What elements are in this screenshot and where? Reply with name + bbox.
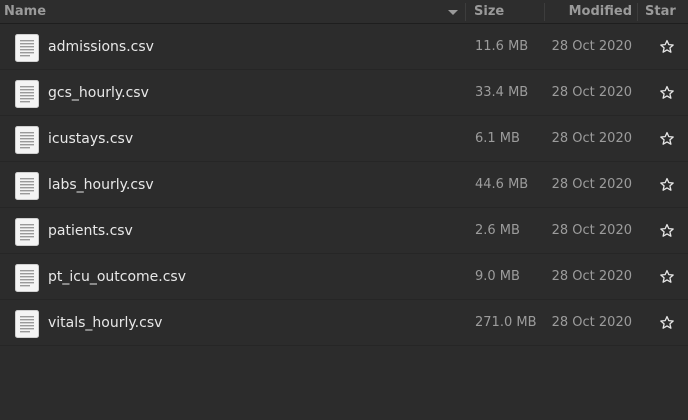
file-row[interactable]: vitals_hourly.csv 271.0 MB 28 Oct 2020 [0, 300, 688, 346]
file-modified-date: 28 Oct 2020 [551, 131, 632, 146]
file-modified-date: 28 Oct 2020 [551, 223, 632, 238]
file-size: 9.0 MB [475, 269, 520, 284]
text-file-icon [15, 218, 39, 246]
file-name: pt_icu_outcome.csv [48, 269, 187, 285]
file-modified-date: 28 Oct 2020 [551, 85, 632, 100]
size-column-label: Size [474, 4, 505, 19]
text-file-icon [15, 34, 39, 62]
text-file-icon [15, 80, 39, 108]
star-outline-icon[interactable] [659, 131, 675, 147]
star-outline-icon[interactable] [659, 177, 675, 193]
size-column-header[interactable]: Size [466, 0, 545, 24]
text-file-icon [15, 264, 39, 292]
text-file-icon [15, 172, 39, 200]
star-column-label: Star [645, 4, 676, 19]
star-outline-icon[interactable] [659, 269, 675, 285]
file-size: 6.1 MB [475, 131, 520, 146]
file-modified-date: 28 Oct 2020 [551, 269, 632, 284]
name-column-label: Name [4, 4, 47, 19]
text-file-icon [15, 310, 39, 338]
name-column-header[interactable]: Name [0, 0, 466, 24]
file-modified-date: 28 Oct 2020 [551, 177, 632, 192]
file-name: icustays.csv [48, 131, 134, 147]
text-file-icon [15, 126, 39, 154]
file-name: vitals_hourly.csv [48, 315, 163, 331]
file-row[interactable]: icustays.csv 6.1 MB 28 Oct 2020 [0, 116, 688, 162]
modified-column-label: Modified [568, 4, 632, 19]
file-modified-date: 28 Oct 2020 [551, 315, 632, 330]
star-outline-icon[interactable] [659, 85, 675, 101]
file-name: labs_hourly.csv [48, 177, 154, 193]
file-modified-date: 28 Oct 2020 [551, 39, 632, 54]
file-size: 33.4 MB [475, 85, 529, 100]
chevron-down-icon [448, 10, 458, 15]
file-size: 271.0 MB [475, 315, 537, 330]
file-size: 11.6 MB [475, 39, 529, 54]
file-name: admissions.csv [48, 39, 154, 55]
star-outline-icon[interactable] [659, 223, 675, 239]
file-size: 2.6 MB [475, 223, 520, 238]
file-name: gcs_hourly.csv [48, 85, 149, 101]
file-row[interactable]: gcs_hourly.csv 33.4 MB 28 Oct 2020 [0, 70, 688, 116]
file-row[interactable]: patients.csv 2.6 MB 28 Oct 2020 [0, 208, 688, 254]
file-row[interactable]: admissions.csv 11.6 MB 28 Oct 2020 [0, 24, 688, 70]
modified-column-header[interactable]: Modified [545, 0, 638, 24]
column-header-row: Name Size Modified Star [0, 0, 688, 24]
file-list-view: Name Size Modified Star admissions.csv 1… [0, 0, 688, 420]
file-name: patients.csv [48, 223, 133, 239]
star-outline-icon[interactable] [659, 39, 675, 55]
file-row[interactable]: labs_hourly.csv 44.6 MB 28 Oct 2020 [0, 162, 688, 208]
file-size: 44.6 MB [475, 177, 529, 192]
star-column-header[interactable]: Star [638, 0, 688, 24]
star-outline-icon[interactable] [659, 315, 675, 331]
file-rows: admissions.csv 11.6 MB 28 Oct 2020 gcs_h… [0, 24, 688, 346]
file-row[interactable]: pt_icu_outcome.csv 9.0 MB 28 Oct 2020 [0, 254, 688, 300]
